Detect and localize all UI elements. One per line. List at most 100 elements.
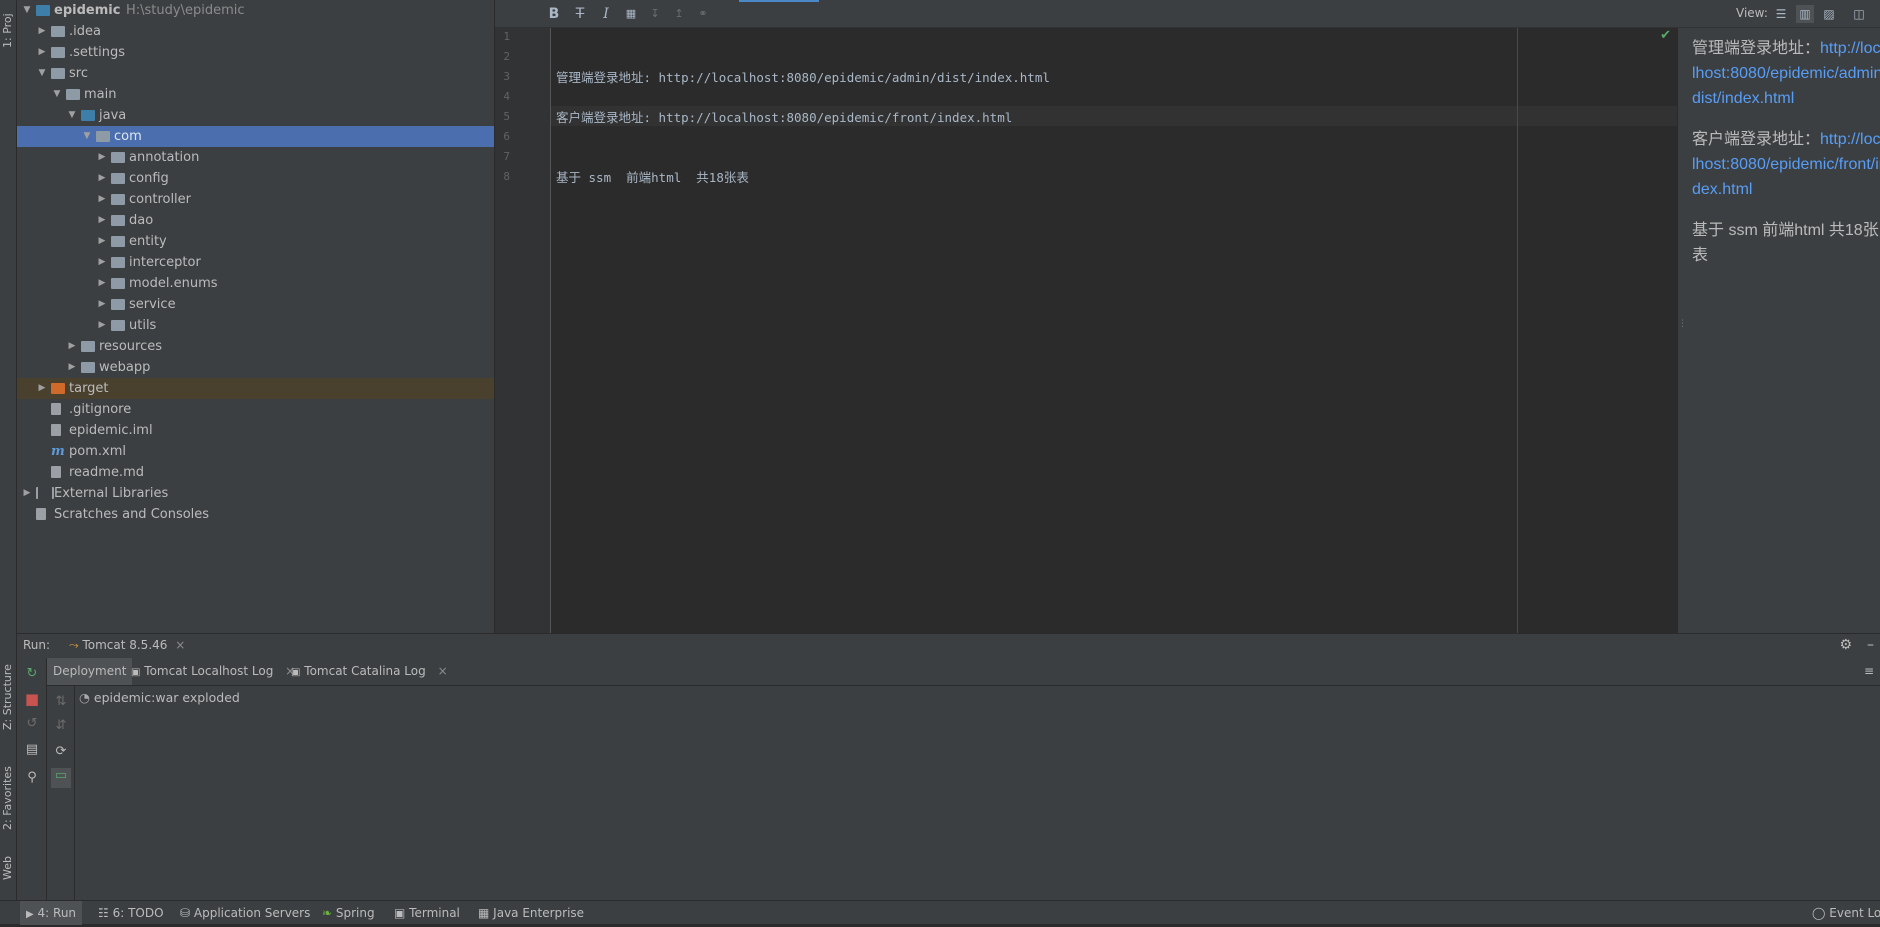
- tree-item[interactable]: Scratches and Consoles: [17, 504, 494, 525]
- chevron-right-icon[interactable]: ▶: [66, 336, 78, 357]
- tree-item[interactable]: .gitignore: [17, 399, 494, 420]
- chevron-right-icon[interactable]: ▶: [96, 147, 108, 168]
- tree-item-label: config: [129, 171, 169, 186]
- line-number: 4: [503, 90, 510, 103]
- resources-folder-icon: [81, 341, 95, 352]
- active-tab-indicator: [739, 0, 819, 2]
- tree-item[interactable]: ▼ src: [17, 63, 494, 84]
- rerun-icon[interactable]: ↻: [24, 666, 40, 682]
- table-icon[interactable]: ▦: [622, 5, 640, 23]
- update-icon[interactable]: ↺: [24, 716, 40, 732]
- chevron-right-icon[interactable]: ▶: [96, 210, 108, 231]
- link-icon[interactable]: ⚭: [694, 5, 712, 23]
- pin-icon[interactable]: ⚲: [24, 770, 40, 786]
- list-item[interactable]: ◔ epidemic:war exploded: [79, 690, 240, 705]
- italic-button[interactable]: I: [597, 5, 615, 23]
- stop-icon[interactable]: ■: [24, 691, 40, 707]
- chevron-right-icon[interactable]: ▶: [96, 189, 108, 210]
- tab-deployment[interactable]: Deployment: [47, 658, 133, 685]
- tree-item[interactable]: ▼ com: [17, 126, 494, 147]
- bold-button[interactable]: B: [545, 5, 563, 23]
- chevron-right-icon[interactable]: ▶: [96, 252, 108, 273]
- tab-tomcat-localhost-log[interactable]: ▣ Tomcat Localhost Log ×: [125, 658, 301, 685]
- strikethrough-button[interactable]: T: [571, 5, 589, 23]
- splitter-handle[interactable]: ⋮: [1678, 320, 1687, 338]
- code-line[interactable]: 基于 ssm 前端html 共18张表: [556, 167, 749, 186]
- tree-item[interactable]: ▶ service: [17, 294, 494, 315]
- chevron-right-icon[interactable]: ▶: [96, 273, 108, 294]
- header-up-icon[interactable]: ↥: [670, 5, 688, 23]
- tree-item[interactable]: ▶ External Libraries: [17, 483, 494, 504]
- event-log-button[interactable]: ◯ Event Log: [1812, 901, 1880, 925]
- maven-icon: m: [51, 444, 65, 459]
- tree-item[interactable]: ▶ resources: [17, 336, 494, 357]
- tree-item[interactable]: epidemic.iml: [17, 420, 494, 441]
- gear-icon[interactable]: ⚙: [1839, 637, 1852, 653]
- tree-item[interactable]: ▶ .settings: [17, 42, 494, 63]
- java-enterprise-tool-button[interactable]: ▦ Java Enterprise: [478, 901, 584, 925]
- close-icon[interactable]: ×: [175, 638, 185, 652]
- package-icon: [111, 215, 125, 226]
- preview-paragraph-front: 客户端登录地址：http://localhost:8080/epidemic/f…: [1692, 127, 1880, 202]
- split-view-icon[interactable]: ▥: [1796, 5, 1814, 23]
- chevron-right-icon[interactable]: ▶: [96, 294, 108, 315]
- chevron-right-icon[interactable]: ▶: [96, 231, 108, 252]
- minimize-icon[interactable]: –: [1867, 637, 1874, 653]
- tree-item[interactable]: ▼ java: [17, 105, 494, 126]
- tree-item[interactable]: ▶ model.enums: [17, 273, 494, 294]
- chevron-right-icon[interactable]: ▶: [21, 483, 33, 504]
- chevron-down-icon[interactable]: ▼: [51, 84, 63, 105]
- tree-item[interactable]: ▶ .idea: [17, 21, 494, 42]
- layout-icon[interactable]: ▤: [24, 742, 40, 758]
- chevron-right-icon[interactable]: ▶: [36, 378, 48, 399]
- refresh-icon[interactable]: ⟳: [53, 744, 69, 760]
- chevron-right-icon[interactable]: ▶: [96, 315, 108, 336]
- todo-tool-button[interactable]: ☷ 6: TODO: [98, 901, 164, 925]
- deploy-icon[interactable]: ⇅: [53, 694, 69, 710]
- tree-item[interactable]: ▶ webapp: [17, 357, 494, 378]
- view-label: View:: [1736, 6, 1768, 20]
- layout-toggle-icon[interactable]: ◫: [1850, 5, 1868, 23]
- tree-item[interactable]: ▼ main: [17, 84, 494, 105]
- tree-item[interactable]: readme.md: [17, 462, 494, 483]
- tree-item[interactable]: ▶ annotation: [17, 147, 494, 168]
- run-tool-button[interactable]: ▶ 4: Run: [20, 901, 83, 925]
- chevron-down-icon[interactable]: ▼: [36, 63, 48, 84]
- server-icon[interactable]: ▭: [51, 768, 71, 788]
- tree-item[interactable]: m pom.xml: [17, 441, 494, 462]
- tree-item[interactable]: ▼ epidemic H:\study\epidemic: [17, 0, 494, 21]
- terminal-tool-button[interactable]: ▣ Terminal: [394, 901, 460, 925]
- chevron-right-icon[interactable]: ▶: [96, 168, 108, 189]
- tree-item[interactable]: ▶ interceptor: [17, 252, 494, 273]
- chevron-down-icon[interactable]: ▼: [81, 126, 93, 147]
- chevron-right-icon[interactable]: ▶: [66, 357, 78, 378]
- menu-icon[interactable]: ≡: [1864, 664, 1874, 678]
- tree-item-label: java: [99, 108, 127, 123]
- editor-only-view-icon[interactable]: ☰: [1772, 5, 1790, 23]
- tree-item-label: Scratches and Consoles: [54, 507, 210, 522]
- spring-tool-button[interactable]: ❧ Spring: [322, 901, 375, 925]
- code-line[interactable]: 客户端登录地址: http://localhost:8080/epidemic/…: [556, 107, 1012, 126]
- app-servers-tool-button[interactable]: ⛁ Application Servers: [180, 901, 310, 925]
- close-icon[interactable]: ×: [438, 664, 448, 678]
- tree-item[interactable]: ▶ entity: [17, 231, 494, 252]
- tree-item[interactable]: ▶ dao: [17, 210, 494, 231]
- chevron-down-icon[interactable]: ▼: [21, 0, 33, 21]
- undeploy-icon[interactable]: ⇵: [53, 718, 69, 734]
- tree-item-label: readme.md: [69, 465, 144, 480]
- tab-tomcat-catalina-log[interactable]: ▣ Tomcat Catalina Log ×: [285, 658, 454, 685]
- chevron-right-icon[interactable]: ▶: [36, 21, 48, 42]
- tree-item-label: External Libraries: [54, 486, 169, 501]
- chevron-right-icon[interactable]: ▶: [36, 42, 48, 63]
- chevron-down-icon[interactable]: ▼: [66, 105, 78, 126]
- preview-only-view-icon[interactable]: ▨: [1820, 5, 1838, 23]
- tree-item[interactable]: ▶ config: [17, 168, 494, 189]
- tree-item[interactable]: ▶ utils: [17, 315, 494, 336]
- code-line[interactable]: 管理端登录地址: http://localhost:8080/epidemic/…: [556, 67, 1050, 86]
- tree-item[interactable]: ▶ controller: [17, 189, 494, 210]
- tree-item[interactable]: ▶ target: [17, 378, 494, 399]
- markdown-editor[interactable]: ✔ 管理端登录地址: http://localhost:8080/epidemi…: [551, 28, 1677, 633]
- spring-icon: ❧: [322, 906, 333, 920]
- tomcat-config-tab[interactable]: ⤳ Tomcat 8.5.46 ×: [69, 638, 185, 653]
- header-down-icon[interactable]: ↧: [646, 5, 664, 23]
